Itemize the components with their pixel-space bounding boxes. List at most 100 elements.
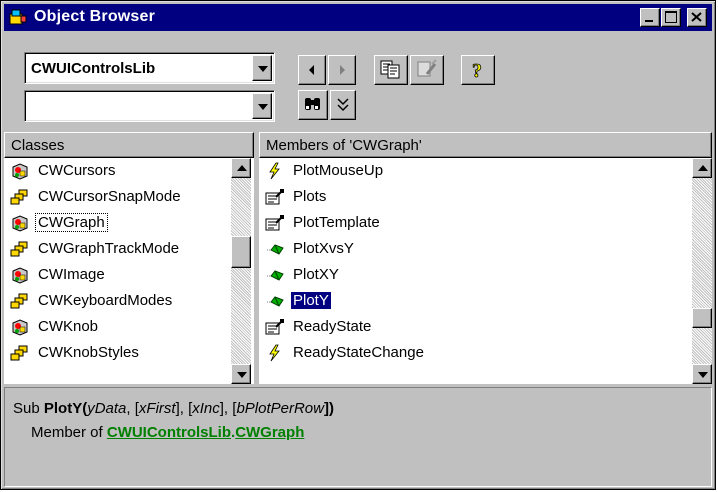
list-item-label: PlotXvsY — [293, 240, 354, 257]
close-button[interactable] — [687, 8, 707, 27]
view-definition-icon — [417, 59, 437, 77]
property-icon — [265, 318, 285, 336]
list-item[interactable]: CWCursors — [4, 158, 231, 184]
classes-header-label: Classes — [11, 137, 65, 154]
member-of-line: Member of CWUIControlsLib.CWGraph — [31, 424, 304, 441]
list-item[interactable]: CWCursorSnapMode — [4, 184, 231, 210]
list-item[interactable]: PlotXvsY — [259, 236, 692, 262]
search-dropdown-button[interactable] — [252, 93, 272, 119]
classes-list[interactable]: CWCursors CWCursorSnapMode CWGraph CWGraphT… — [4, 158, 254, 384]
library-dropdown-button[interactable] — [252, 55, 272, 81]
property-icon — [265, 214, 285, 232]
signature-param: bPlotPerRow — [236, 400, 324, 417]
minimize-icon — [645, 20, 653, 22]
list-item-label: CWKnob — [38, 318, 99, 335]
classes-header: Classes — [4, 132, 254, 158]
library-link[interactable]: CWUIControlsLib — [107, 424, 231, 441]
minimize-button[interactable] — [640, 8, 660, 27]
list-item[interactable]: CWImage — [4, 262, 231, 288]
method-icon — [265, 292, 285, 310]
enum-icon — [10, 292, 30, 310]
classes-scrollbar[interactable] — [231, 158, 251, 384]
scroll-up-button[interactable] — [692, 158, 712, 178]
arrow-down-icon — [698, 372, 708, 378]
back-button[interactable] — [298, 55, 326, 85]
signature-param: yData — [87, 400, 127, 417]
list-item-label: PlotXY — [293, 266, 339, 283]
list-item-label: PlotY — [291, 292, 331, 309]
class-icon — [10, 214, 30, 232]
signature-param: xFirst — [138, 400, 176, 417]
search-combo[interactable] — [24, 90, 275, 122]
list-item[interactable]: ReadyStateChange — [259, 340, 692, 366]
copy-button[interactable] — [374, 55, 408, 85]
chevron-down-icon — [258, 104, 268, 110]
object-browser-icon — [9, 9, 27, 25]
list-item[interactable]: ReadyState — [259, 314, 692, 340]
library-combo-value: CWUIControlsLib — [31, 60, 156, 77]
property-icon — [265, 188, 285, 206]
list-item[interactable]: CWKeyboardModes — [4, 288, 231, 314]
list-item-label: CWKeyboardModes — [38, 292, 173, 309]
list-item[interactable]: PlotXY — [259, 262, 692, 288]
list-item[interactable]: CWGraph — [4, 210, 231, 236]
close-icon — [691, 12, 702, 22]
class-icon — [10, 266, 30, 284]
forward-icon — [340, 65, 345, 75]
member-signature: Sub PlotY(yData, [xFirst], [xInc], [bPlo… — [13, 400, 334, 417]
members-header-label: Members of 'CWGraph' — [266, 137, 422, 154]
event-icon — [265, 344, 285, 362]
double-chevron-down-icon — [337, 98, 349, 112]
list-item-label: PlotTemplate — [293, 214, 380, 231]
event-icon — [265, 162, 285, 180]
signature-separator: , [ — [126, 400, 139, 417]
list-item-label: CWImage — [38, 266, 105, 283]
list-item[interactable]: CWGraphTrackMode — [4, 236, 231, 262]
list-item[interactable]: PlotY — [259, 288, 692, 314]
list-item[interactable]: PlotMouseUp — [259, 158, 692, 184]
chevron-down-icon — [258, 66, 268, 72]
list-item-label: Plots — [293, 188, 327, 205]
members-header: Members of 'CWGraph' — [259, 132, 712, 158]
details-pane: Sub PlotY(yData, [xFirst], [xInc], [bPlo… — [4, 387, 712, 487]
signature-name: PlotY — [43, 400, 83, 417]
scroll-up-button[interactable] — [231, 158, 251, 178]
list-item-label: CWCursorSnapMode — [38, 188, 181, 205]
scroll-down-button[interactable] — [231, 364, 251, 384]
scroll-down-button[interactable] — [692, 364, 712, 384]
forward-button[interactable] — [328, 55, 356, 85]
list-item-label: CWGraphTrackMode — [38, 240, 180, 257]
signature-prefix: Sub — [13, 400, 44, 417]
list-item[interactable]: Plots — [259, 184, 692, 210]
scroll-thumb[interactable] — [231, 236, 251, 268]
members-list[interactable]: PlotMouseUp Plots PlotTemplate PlotXvsY Plot… — [259, 158, 712, 384]
class-icon — [10, 318, 30, 336]
list-item-label: PlotMouseUp — [293, 162, 384, 179]
maximize-button[interactable] — [661, 8, 681, 27]
library-combo[interactable]: CWUIControlsLib — [24, 52, 275, 84]
binoculars-icon — [305, 98, 320, 110]
title-bar[interactable]: Object Browser — [4, 4, 712, 31]
list-item-label: ReadyStateChange — [293, 344, 424, 361]
signature-param: xInc — [192, 400, 220, 417]
list-item-label: CWGraph — [35, 213, 108, 232]
signature-separator: ], [ — [219, 400, 237, 417]
method-icon — [265, 266, 285, 284]
class-link[interactable]: CWGraph — [235, 424, 304, 441]
enum-icon — [10, 240, 30, 258]
class-icon — [10, 162, 30, 180]
members-scrollbar[interactable] — [692, 158, 712, 384]
list-item[interactable]: PlotTemplate — [259, 210, 692, 236]
signature-separator: ], [ — [175, 400, 193, 417]
show-hide-results-button[interactable] — [330, 90, 356, 120]
find-button[interactable] — [298, 90, 328, 120]
scroll-thumb[interactable] — [692, 308, 712, 328]
signature-close: ]) — [323, 400, 334, 417]
method-icon — [265, 240, 285, 258]
view-definition-button[interactable] — [410, 55, 444, 85]
list-item[interactable]: CWKnobStyles — [4, 340, 231, 366]
enum-icon — [10, 344, 30, 362]
window-title: Object Browser — [34, 8, 156, 25]
help-button[interactable]: ? — [461, 55, 495, 85]
list-item[interactable]: CWKnob — [4, 314, 231, 340]
